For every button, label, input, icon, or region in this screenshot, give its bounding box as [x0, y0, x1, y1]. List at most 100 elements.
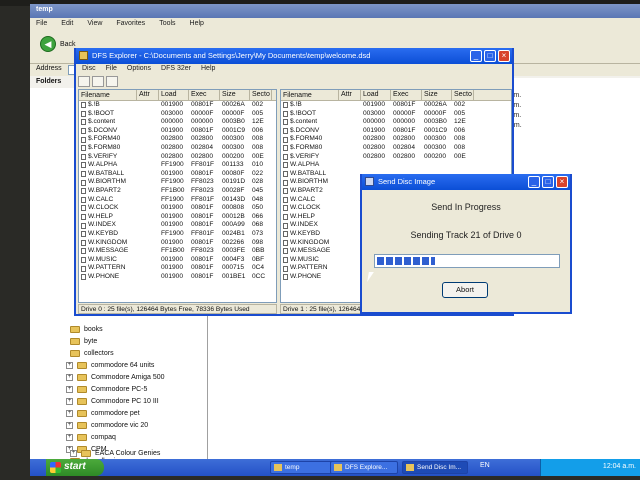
file-row[interactable]: $.FORM80 002800 002804 000300 008: [281, 144, 511, 153]
file-row[interactable]: $.FORM40 002800 002800 000300 008: [79, 135, 276, 144]
menu-view[interactable]: View: [87, 20, 102, 28]
col-size[interactable]: Size: [220, 90, 250, 100]
file-icon: [283, 145, 288, 152]
menu-file[interactable]: File: [106, 65, 117, 74]
col-exec[interactable]: Exec: [391, 90, 422, 100]
file-row[interactable]: $.DCONV 001900 00801F 0001C9 006: [281, 127, 511, 136]
col-attr[interactable]: Attr: [339, 90, 361, 100]
file-attr-cell: [137, 196, 159, 205]
file-name-cell: W.CLOCK: [79, 204, 137, 213]
file-row[interactable]: $.FORM80 002800 002804 000300 008: [79, 144, 276, 153]
expand-icon[interactable]: +: [66, 434, 73, 441]
file-name: $.FORM80: [88, 143, 121, 151]
new-icon[interactable]: [78, 76, 90, 87]
file-row[interactable]: W.BIORTHM FF1900 FF8023 00191D 028: [79, 178, 276, 187]
file-exec-cell: 00801F: [191, 126, 214, 134]
expand-icon[interactable]: +: [66, 374, 73, 381]
file-row[interactable]: W.MESSAGE FF1B00 FF8023 0003FE 0BB: [79, 247, 276, 256]
file-sector-cell: 0C4: [252, 264, 265, 272]
file-row[interactable]: $.content 000000 000000 0003B0 12E: [79, 118, 276, 127]
file-row[interactable]: W.ALPHA FF1900 FF801F 001133 010: [79, 161, 276, 170]
tree-item[interactable]: + Commodore Amiga 500: [66, 372, 165, 383]
menu-disc[interactable]: Disc: [82, 65, 96, 74]
menu-help[interactable]: Help: [201, 65, 215, 74]
expand-icon[interactable]: +: [66, 398, 73, 405]
file-row[interactable]: W.CLOCK 001900 00801F 000808 050: [79, 204, 276, 213]
menu-edit[interactable]: Edit: [61, 20, 73, 28]
menu-dfs32er[interactable]: DFS 32er: [161, 65, 191, 74]
file-row[interactable]: W.KINGDOM 001900 00801F 002266 098: [79, 239, 276, 248]
language-indicator[interactable]: EN: [480, 462, 490, 469]
menu-file[interactable]: File: [36, 20, 47, 28]
file-row[interactable]: $.!B 001900 00801F 00026A 002: [79, 101, 276, 110]
file-row[interactable]: $.!BOOT 003000 00000F 00000F 005: [79, 110, 276, 119]
file-row[interactable]: W.PATTERN 001900 00801F 000715 0C4: [79, 264, 276, 273]
maximize-button[interactable]: □: [484, 50, 496, 62]
tree-item[interactable]: books: [70, 324, 103, 335]
file-name: W.CLOCK: [88, 204, 119, 212]
dialog-titlebar[interactable]: Send Disc Image _ □ ×: [362, 174, 570, 190]
file-sector-cell: 006: [454, 126, 466, 134]
tree-item[interactable]: + commodore 64 units: [66, 360, 154, 371]
minimize-button[interactable]: _: [528, 176, 540, 188]
file-row[interactable]: W.INDEX 001900 00801F 000A99 068: [79, 221, 276, 230]
abort-button[interactable]: Abort: [442, 282, 488, 298]
clock[interactable]: 12:04 a.m.: [603, 463, 636, 470]
expand-icon[interactable]: +: [66, 386, 73, 393]
tree-item[interactable]: + commodore pet: [66, 408, 140, 419]
col-size[interactable]: Size: [422, 90, 452, 100]
file-row[interactable]: W.HELP 001900 00801F 00012B 066: [79, 213, 276, 222]
col-sector[interactable]: Secto: [250, 90, 272, 100]
tree-item[interactable]: + Commodore PC 10 III: [66, 396, 159, 407]
back-button[interactable]: ◀ Back: [40, 36, 76, 52]
maximize-button[interactable]: □: [542, 176, 554, 188]
menu-options[interactable]: Options: [127, 65, 151, 74]
file-attr-cell: [339, 230, 361, 239]
col-sector[interactable]: Secto: [452, 90, 474, 100]
taskbar-button-dfs[interactable]: DFS Explore...: [330, 461, 398, 474]
file-row[interactable]: W.BATBALL 001900 00801F 00080F 022: [79, 170, 276, 179]
file-name-cell: W.MESSAGE: [281, 247, 339, 256]
menu-tools[interactable]: Tools: [159, 20, 175, 28]
menu-help[interactable]: Help: [190, 20, 204, 28]
file-row[interactable]: W.PHONE 001900 00801F 001BE1 0CC: [79, 273, 276, 282]
file-row[interactable]: W.CALC FF1900 FF801F 00143D 048: [79, 196, 276, 205]
file-row[interactable]: $.content 000000 000000 0003B0 12E: [281, 118, 511, 127]
col-exec[interactable]: Exec: [189, 90, 220, 100]
file-row[interactable]: W.KEYBD FF1900 FF801F 0024B1 073: [79, 230, 276, 239]
minimize-button[interactable]: _: [470, 50, 482, 62]
file-row[interactable]: W.BPART2 FF1B00 FF8023 00028F 045: [79, 187, 276, 196]
col-load[interactable]: Load: [159, 90, 189, 100]
tree-item[interactable]: + Commodore PC-5: [66, 384, 147, 395]
col-filename[interactable]: Filename: [281, 90, 339, 100]
file-row[interactable]: $.VERIFY 002800 002800 000200 00E: [79, 153, 276, 162]
dfs-titlebar[interactable]: DFS Explorer - C:\Documents and Settings…: [76, 48, 512, 64]
close-button[interactable]: ×: [556, 176, 568, 188]
menu-favorites[interactable]: Favorites: [116, 20, 145, 28]
file-row[interactable]: W.MUSIC 001900 00801F 0004F3 0BF: [79, 256, 276, 265]
file-row[interactable]: $.DCONV 001900 00801F 0001C9 006: [79, 127, 276, 136]
save-icon[interactable]: [106, 76, 118, 87]
expand-icon[interactable]: +: [66, 422, 73, 429]
expand-icon[interactable]: +: [66, 410, 73, 417]
file-row[interactable]: $.FORM40 002800 002800 000300 008: [281, 135, 511, 144]
file-row[interactable]: $.!BOOT 003000 00000F 00000F 005: [281, 110, 511, 119]
file-attr-cell: [339, 153, 361, 162]
open-icon[interactable]: [92, 76, 104, 87]
file-row[interactable]: $.!B 001900 00801F 00026A 002: [281, 101, 511, 110]
start-button[interactable]: start: [46, 459, 104, 476]
col-attr[interactable]: Attr: [137, 90, 159, 100]
tree-item[interactable]: + commodore vic 20: [66, 420, 148, 431]
file-row[interactable]: $.VERIFY 002800 002800 000200 00E: [281, 153, 511, 162]
expand-icon[interactable]: +: [70, 450, 77, 457]
tree-item[interactable]: + compaq: [66, 432, 116, 443]
close-button[interactable]: ×: [498, 50, 510, 62]
tree-item[interactable]: byte: [70, 336, 97, 347]
taskbar-button-send-disc[interactable]: Send Disc Im...: [402, 461, 468, 474]
col-load[interactable]: Load: [361, 90, 391, 100]
col-filename[interactable]: Filename: [79, 90, 137, 100]
expand-icon[interactable]: +: [66, 362, 73, 369]
file-row[interactable]: W.ALPHA: [281, 161, 511, 170]
tree-item[interactable]: collectors: [70, 348, 114, 359]
tree-item[interactable]: + EACA Colour Genies: [70, 448, 160, 459]
